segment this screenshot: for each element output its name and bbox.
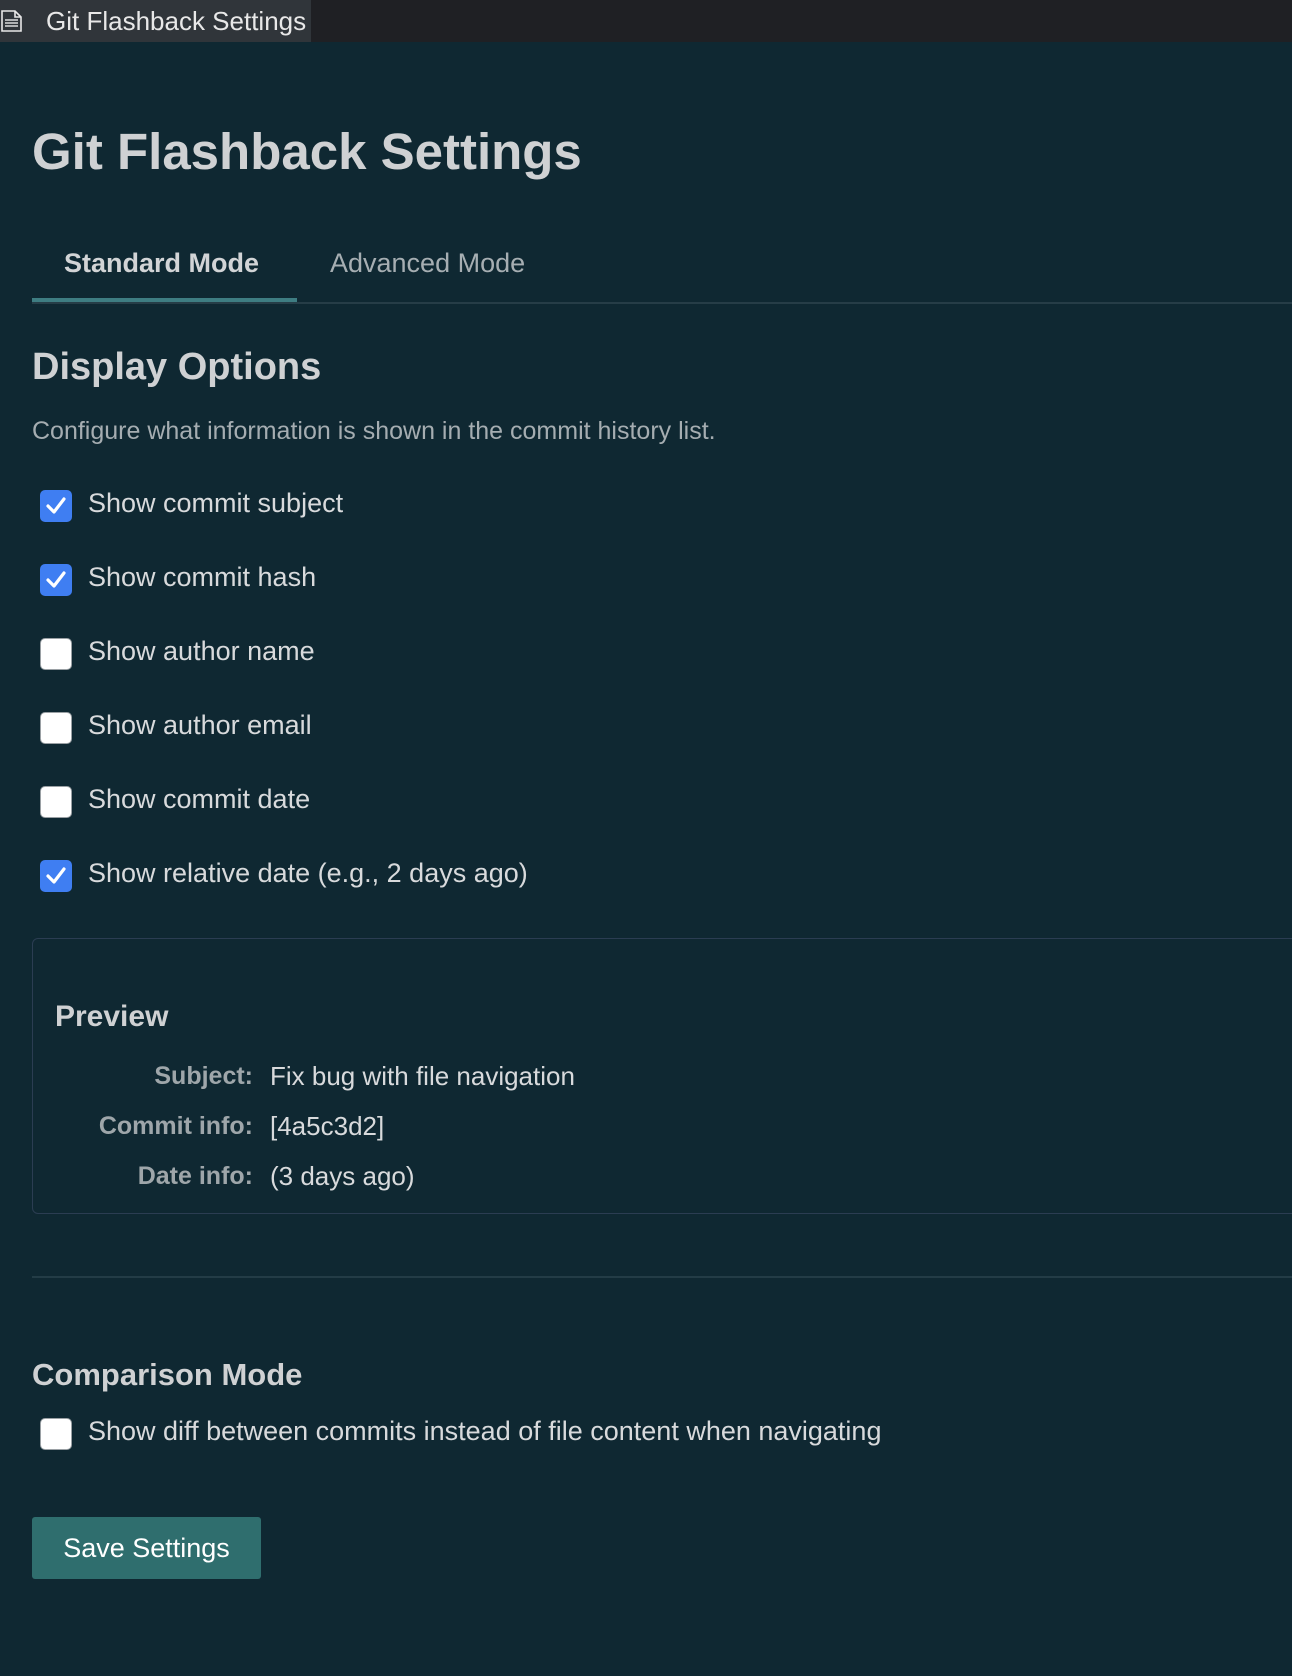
active-tab-indicator xyxy=(32,298,297,302)
option-label: Show commit subject xyxy=(88,488,344,518)
checkmark-icon xyxy=(46,497,66,514)
editor-tab[interactable]: Git Flashback Settings xyxy=(0,0,311,42)
document-icon xyxy=(1,10,22,32)
option-label: Show commit hash xyxy=(88,562,317,592)
save-settings-button[interactable]: Save Settings xyxy=(32,1517,261,1579)
comparison-mode-heading: Comparison Mode xyxy=(32,1357,303,1392)
title-bar: Git Flashback Settings xyxy=(0,0,1292,42)
checkbox-unchecked[interactable] xyxy=(40,1418,72,1450)
mode-tabs: Standard Mode Advanced Mode xyxy=(32,236,1292,304)
option-label: Show author email xyxy=(88,710,312,740)
option-label: Show relative date (e.g., 2 days ago) xyxy=(88,858,528,888)
option-label: Show commit date xyxy=(88,784,311,814)
preview-value: [4a5c3d2] xyxy=(270,1111,385,1141)
checkbox-unchecked[interactable] xyxy=(40,786,72,818)
checkmark-icon xyxy=(46,867,66,884)
display-options-description: Configure what information is shown in t… xyxy=(32,417,716,445)
preview-key: Subject: xyxy=(154,1062,253,1090)
checkbox-checked[interactable] xyxy=(40,860,72,892)
display-options-heading: Display Options xyxy=(32,346,322,388)
checkbox-checked[interactable] xyxy=(40,564,72,596)
checkbox-unchecked[interactable] xyxy=(40,712,72,744)
editor-tab-label: Git Flashback Settings xyxy=(46,6,307,36)
preview-key: Date info: xyxy=(137,1162,253,1190)
preview-key: Commit info: xyxy=(98,1112,253,1140)
page-title: Git Flashback Settings xyxy=(32,123,582,180)
checkmark-icon xyxy=(46,571,66,588)
option-label: Show author name xyxy=(88,636,315,666)
tab-standard-mode[interactable]: Standard Mode xyxy=(64,246,259,280)
checkbox-checked[interactable] xyxy=(40,490,72,522)
preview-heading: Preview xyxy=(55,1000,169,1033)
preview-panel: Preview Subject: Fix bug with file navig… xyxy=(32,938,1292,1214)
preview-value: (3 days ago) xyxy=(270,1161,415,1191)
option-label: Show diff between commits instead of fil… xyxy=(88,1416,882,1446)
section-divider xyxy=(32,1276,1292,1278)
checkbox-unchecked[interactable] xyxy=(40,638,72,670)
preview-value: Fix bug with file navigation xyxy=(270,1061,575,1091)
tab-advanced-mode[interactable]: Advanced Mode xyxy=(330,246,525,280)
